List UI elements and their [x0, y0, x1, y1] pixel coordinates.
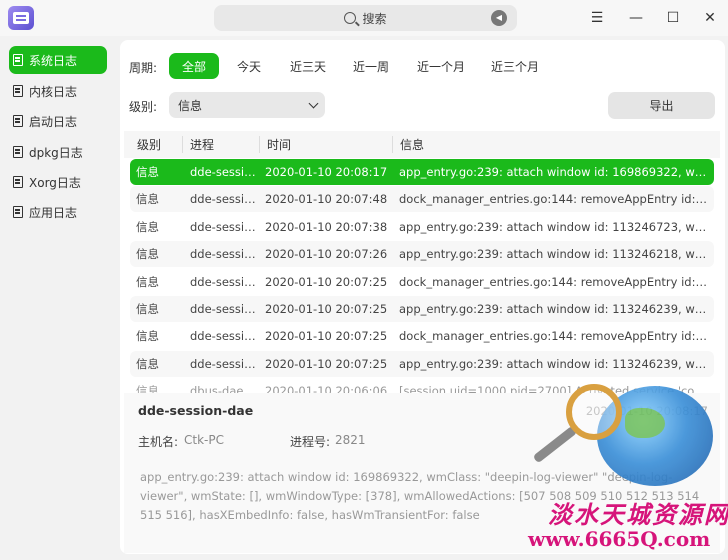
sidebar: 系统日志 内核日志 启动日志 dpkg日志 Xorg日志 应用日志: [0, 36, 115, 560]
column-header-message[interactable]: 信息: [400, 131, 424, 158]
table-row[interactable]: 信息 dde-session-daemon 2020-01-10 20:08:1…: [130, 159, 714, 185]
chevron-down-icon: [308, 98, 319, 109]
sidebar-item-label: 应用日志: [29, 205, 78, 220]
document-icon: [13, 54, 23, 66]
cell-level: 信息: [136, 247, 159, 261]
document-icon: [13, 146, 23, 158]
cell-message: dock_manager_entries.go:144: removeAppEn…: [399, 192, 710, 206]
cell-message: dock_manager_entries.go:144: removeAppEn…: [399, 329, 710, 343]
cell-time: 2020-01-10 20:07:38: [265, 220, 388, 234]
period-three-months-button[interactable]: 近三个月: [485, 53, 545, 79]
cell-level: 信息: [136, 275, 159, 289]
sidebar-item-kernel-log[interactable]: 内核日志: [9, 77, 107, 105]
cell-process: dbus-daemon: [190, 384, 258, 393]
table-row[interactable]: 信息 dde-session-daemon 2020-01-10 20:07:2…: [130, 296, 714, 322]
cell-process: dde-session-daemon: [190, 220, 258, 234]
table-row[interactable]: 信息 dbus-daemon 2020-01-10 20:06:06 [sess…: [130, 378, 714, 393]
document-icon: [13, 115, 23, 127]
cell-time: 2020-01-10 20:07:25: [265, 329, 388, 343]
cell-process: dde-session-daemon: [190, 302, 258, 316]
sidebar-item-label: 启动日志: [29, 114, 78, 129]
period-three-days-button[interactable]: 近三天: [284, 53, 332, 79]
sidebar-item-label: Xorg日志: [29, 175, 81, 190]
cell-level: 信息: [136, 220, 159, 234]
details-process-name: dde-session-dae: [138, 403, 254, 418]
cell-process: dde-session-daemon: [190, 165, 258, 179]
document-icon: [13, 176, 23, 188]
sidebar-item-label: 系统日志: [29, 53, 78, 68]
period-all-button[interactable]: 全部: [169, 53, 219, 79]
sidebar-item-label: 内核日志: [29, 84, 78, 99]
cell-time: 2020-01-10 20:07:25: [265, 357, 388, 371]
log-table: 级别 进程 时间 信息 信息 dde-session-daemon 2020-0…: [124, 131, 720, 393]
cell-time: 2020-01-10 20:07:48: [265, 192, 388, 206]
cell-process: dde-session-daemon: [190, 357, 258, 371]
period-week-button[interactable]: 近一周: [347, 53, 395, 79]
cell-message: app_entry.go:239: attach window id: 1132…: [399, 247, 710, 261]
log-viewer-app-icon: [8, 6, 34, 30]
table-row[interactable]: 信息 dde-session-daemon 2020-01-10 20:07:2…: [130, 241, 714, 267]
cell-message: dock_manager_entries.go:144: removeAppEn…: [399, 275, 710, 289]
export-button[interactable]: 导出: [608, 92, 715, 119]
cell-message: app_entry.go:239: attach window id: 1132…: [399, 357, 710, 371]
hamburger-menu-icon[interactable]: ☰: [587, 8, 607, 28]
sidebar-item-app-log[interactable]: 应用日志: [9, 198, 107, 226]
column-header-process[interactable]: 进程: [190, 131, 214, 158]
details-host-label: 主机名:: [138, 435, 179, 449]
table-row[interactable]: 信息 dde-session-daemon 2020-01-10 20:07:2…: [130, 351, 714, 377]
close-icon[interactable]: ✕: [700, 8, 720, 28]
cell-message: app_entry.go:239: attach window id: 1698…: [399, 165, 710, 179]
cell-time: 2020-01-10 20:06:06: [265, 384, 388, 393]
table-row[interactable]: 信息 dde-session-daemon 2020-01-10 20:07:2…: [130, 323, 714, 349]
watermark-magnifier-icon: [566, 384, 622, 440]
minimize-icon[interactable]: —: [626, 8, 646, 28]
cell-level: 信息: [136, 302, 159, 316]
period-month-button[interactable]: 近一个月: [411, 53, 471, 79]
search-placeholder: 搜索: [362, 11, 387, 26]
cell-level: 信息: [136, 192, 159, 206]
cell-time: 2020-01-10 20:07:25: [265, 275, 388, 289]
table-row[interactable]: 信息 dde-session-daemon 2020-01-10 20:07:2…: [130, 269, 714, 295]
title-bar: 搜索 ◀ ☰ — ☐ ✕: [0, 0, 728, 36]
sidebar-item-dpkg-log[interactable]: dpkg日志: [9, 138, 107, 166]
cell-time: 2020-01-10 20:08:17: [265, 165, 388, 179]
details-pid-value: 2821: [335, 433, 366, 447]
cell-message: app_entry.go:239: attach window id: 1132…: [399, 302, 710, 316]
cell-process: dde-session-daemon: [190, 192, 258, 206]
period-label: 周期:: [129, 61, 158, 75]
cell-level: 信息: [136, 165, 159, 179]
cell-time: 2020-01-10 20:07:25: [265, 302, 388, 316]
search-icon: [344, 12, 357, 24]
document-icon: [13, 85, 23, 97]
sidebar-item-xorg-log[interactable]: Xorg日志: [9, 168, 107, 196]
document-icon: [13, 206, 23, 218]
table-row[interactable]: 信息 dde-session-daemon 2020-01-10 20:07:3…: [130, 214, 714, 240]
column-header-time[interactable]: 时间: [267, 131, 291, 158]
details-host-value: Ctk-PC: [184, 433, 224, 447]
level-label: 级别:: [129, 100, 158, 114]
watermark-url: www.6665Q.com: [528, 527, 711, 551]
table-row[interactable]: 信息 dde-session-daemon 2020-01-10 20:07:4…: [130, 186, 714, 212]
table-header: 级别 进程 时间 信息: [124, 131, 720, 158]
cell-time: 2020-01-10 20:07:26: [265, 247, 388, 261]
cell-level: 信息: [136, 329, 159, 343]
maximize-icon[interactable]: ☐: [663, 8, 683, 28]
level-select[interactable]: 信息: [169, 92, 325, 118]
watermark-text: 淡水天城资源网: [548, 500, 728, 529]
cell-message: app_entry.go:239: attach window id: 1132…: [399, 220, 710, 234]
search-box[interactable]: 搜索 ◀: [214, 5, 517, 31]
period-today-button[interactable]: 今天: [230, 53, 268, 79]
details-pid-label: 进程号:: [290, 435, 331, 449]
sidebar-item-label: dpkg日志: [29, 145, 83, 160]
cell-process: dde-session-daemon: [190, 275, 258, 289]
cell-process: dde-session-daemon: [190, 329, 258, 343]
cell-level: 信息: [136, 384, 159, 393]
sidebar-item-boot-log[interactable]: 启动日志: [9, 107, 107, 135]
voice-input-icon[interactable]: ◀: [491, 10, 507, 26]
cell-process: dde-session-daemon: [190, 247, 258, 261]
level-select-value: 信息: [178, 98, 203, 113]
column-header-level[interactable]: 级别: [137, 131, 161, 158]
cell-level: 信息: [136, 357, 159, 371]
sidebar-item-system-log[interactable]: 系统日志: [9, 46, 107, 74]
